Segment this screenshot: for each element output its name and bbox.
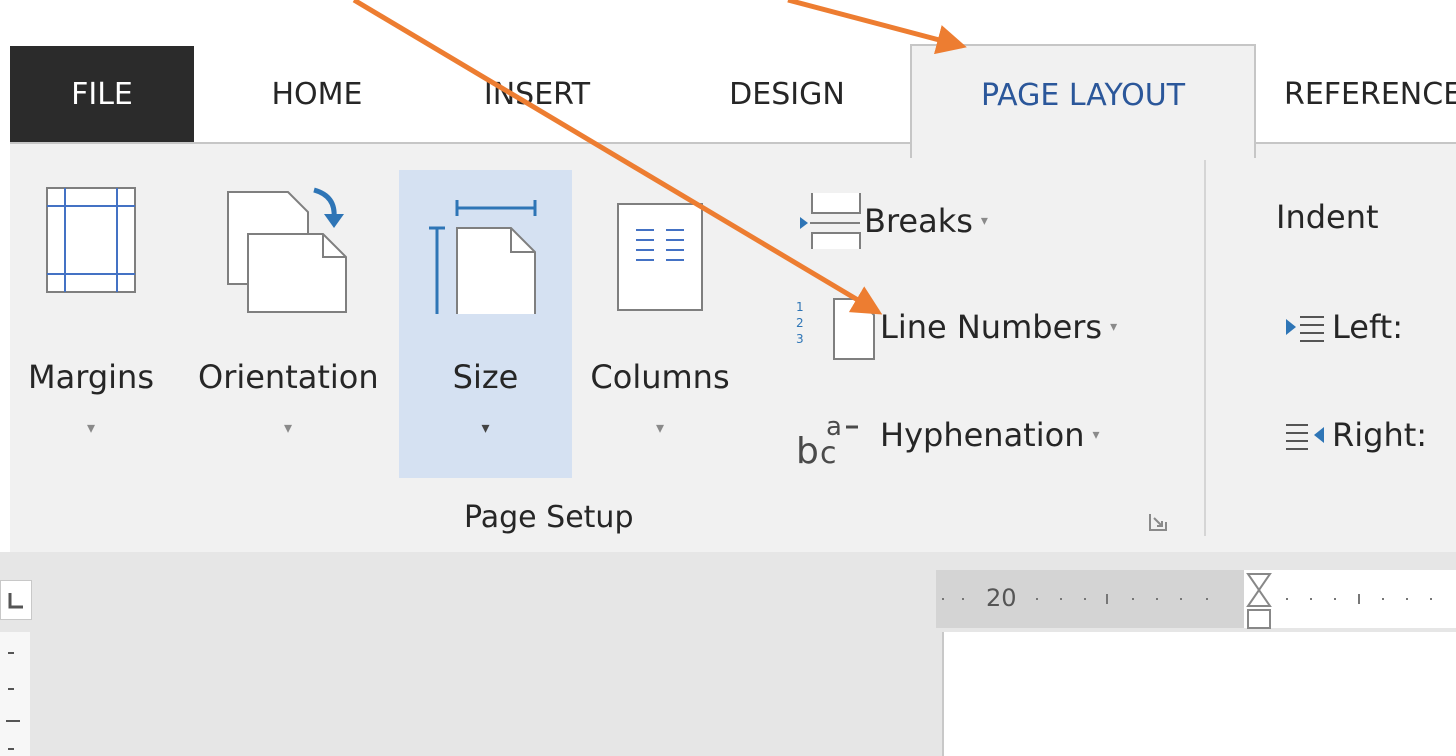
tab-design[interactable]: DESIGN xyxy=(702,46,872,144)
page-setup-group-label: Page Setup xyxy=(464,500,634,535)
document-page[interactable] xyxy=(942,632,1456,756)
line-numbers-dropdown-icon: ▾ xyxy=(1110,319,1118,335)
margins-dropdown-icon: ▾ xyxy=(86,418,96,437)
indent-left-icon xyxy=(1284,307,1332,347)
margins-icon xyxy=(30,184,152,294)
tab-file[interactable]: FILE xyxy=(10,46,194,144)
orientation-button[interactable]: Orientation ▾ xyxy=(198,170,379,478)
tab-selector-icon[interactable] xyxy=(0,580,32,620)
tab-insert[interactable]: INSERT xyxy=(452,46,622,144)
columns-icon xyxy=(598,184,722,311)
vertical-ruler[interactable] xyxy=(0,632,30,756)
tab-page-layout[interactable]: PAGE LAYOUT xyxy=(910,44,1256,158)
indent-right-control[interactable]: Right: xyxy=(1284,410,1427,460)
orientation-dropdown-icon: ▾ xyxy=(283,418,293,437)
svg-text:2: 2 xyxy=(796,316,804,330)
hyphenation-button[interactable]: b c a Hyphenation ▾ xyxy=(796,400,1100,472)
tab-references[interactable]: REFERENCES xyxy=(1284,46,1456,144)
orientation-label: Orientation xyxy=(198,358,379,396)
columns-button[interactable]: Columns ▾ xyxy=(590,170,730,478)
breaks-icon xyxy=(800,191,864,251)
margins-button[interactable]: Margins ▾ xyxy=(28,170,154,478)
svg-text:3: 3 xyxy=(796,332,804,346)
tab-home[interactable]: HOME xyxy=(232,46,402,144)
breaks-dropdown-icon: ▾ xyxy=(980,213,988,229)
size-dropdown-icon: ▾ xyxy=(481,418,490,437)
margins-label: Margins xyxy=(28,358,154,396)
columns-label: Columns xyxy=(590,358,730,396)
line-numbers-label: Line Numbers xyxy=(880,308,1103,346)
indent-right-icon xyxy=(1284,415,1332,455)
svg-text:a: a xyxy=(826,412,842,442)
svg-text:1: 1 xyxy=(796,300,804,314)
group-separator xyxy=(1204,160,1206,536)
ruler-number: 20 xyxy=(986,584,1017,612)
line-numbers-button[interactable]: 1 2 3 Line Numbers ▾ xyxy=(796,292,1117,362)
hyphenation-dropdown-icon: ▾ xyxy=(1092,427,1100,443)
indent-right-label: Right: xyxy=(1332,416,1428,454)
hyphenation-icon: b c a xyxy=(796,405,880,472)
columns-dropdown-icon: ▾ xyxy=(655,418,665,437)
indent-left-label: Left: xyxy=(1332,308,1403,346)
size-label: Size xyxy=(452,358,519,396)
indent-title: Indent xyxy=(1276,198,1379,236)
svg-text:b: b xyxy=(796,431,819,469)
indent-left-control[interactable]: Left: xyxy=(1284,302,1403,352)
size-icon xyxy=(399,184,572,323)
size-button[interactable]: Size ▾ xyxy=(399,170,572,478)
line-numbers-icon: 1 2 3 xyxy=(796,297,880,360)
hyphenation-label: Hyphenation xyxy=(880,416,1085,454)
orientation-icon xyxy=(218,184,358,313)
breaks-button[interactable]: Breaks ▾ xyxy=(800,186,988,256)
breaks-label: Breaks xyxy=(864,202,973,240)
dialog-launcher-icon[interactable] xyxy=(1148,512,1168,532)
